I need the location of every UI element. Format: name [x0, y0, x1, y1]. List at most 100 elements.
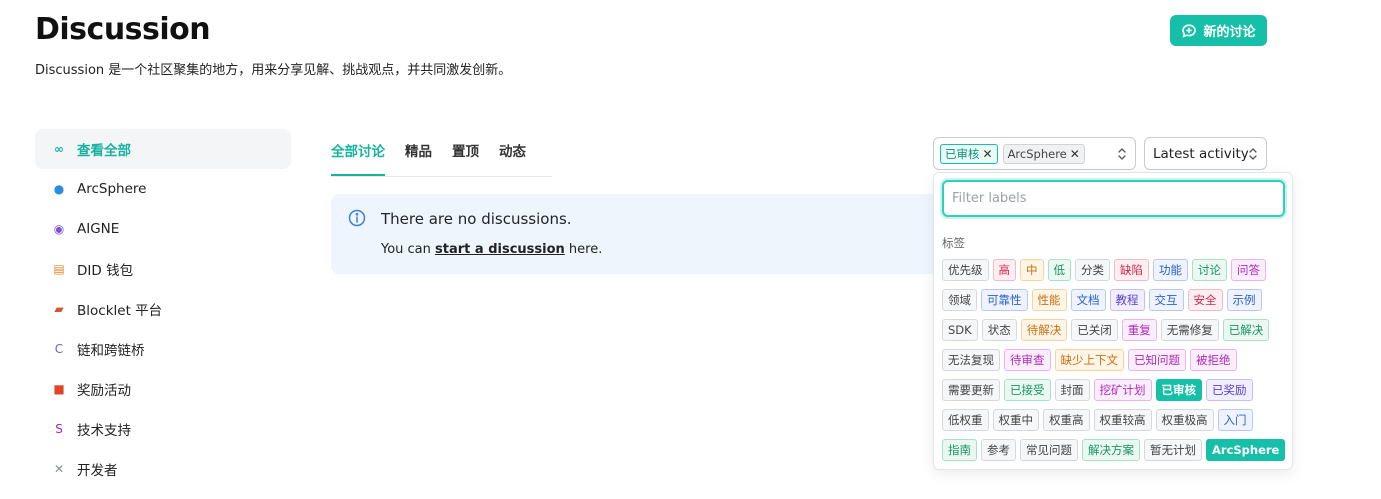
label-row: 低权重 权重中 权重高 权重较高 权重极高 入门 — [942, 409, 1292, 435]
label-option[interactable]: ArcSphere — [1206, 439, 1286, 461]
sort-value: Latest activity — [1153, 145, 1249, 162]
label-option[interactable]: 指南 — [942, 439, 977, 461]
sidebar-item[interactable]: ▤ DID 钱包 — [35, 249, 291, 289]
sidebar-item[interactable]: C 链和跨链桥 — [35, 329, 291, 369]
label-option[interactable]: 讨论 — [1192, 259, 1227, 281]
label-row: 无法复现 待审查 缺少上下文 已知问题 被拒绝 — [942, 349, 1292, 375]
chevron-up-down-icon — [1118, 148, 1126, 160]
sidebar-item[interactable]: ▰ Blocklet 平台 — [35, 289, 291, 329]
label-option[interactable]: 权重较高 — [1093, 409, 1152, 431]
label-option[interactable]: 低 — [1047, 259, 1071, 281]
label-option[interactable]: 无法复现 — [942, 349, 1000, 371]
label-option[interactable]: 优先级 — [942, 259, 989, 281]
sidebar-item-label: 奖励活动 — [77, 383, 131, 399]
truck-icon: ▰ — [54, 302, 64, 316]
label-option[interactable]: 中 — [1020, 259, 1044, 281]
sidebar-item[interactable]: ∞ 查看全部 — [35, 129, 291, 169]
label-option[interactable]: 解决方案 — [1082, 439, 1140, 461]
tab-bar: 全部讨论 精品 置顶 动态 — [331, 129, 552, 177]
page-title: Discussion — [35, 12, 211, 47]
label-option[interactable]: 缺少上下文 — [1054, 349, 1124, 371]
robot-icon: ◉ — [53, 222, 65, 236]
sidebar-item-label: 技术支持 — [77, 423, 131, 439]
letter-s-icon: S — [55, 422, 63, 436]
label-option[interactable]: 封面 — [1054, 379, 1090, 401]
label-row: 优先级高中低分类 缺陷 功能 讨论 问答 — [942, 259, 1292, 285]
label-option[interactable]: 安全 — [1187, 289, 1223, 311]
label-row: SDK 状态 待解决 已关闭 重复 无需修复 已解决 — [942, 319, 1292, 345]
label-option[interactable]: 已解决 — [1222, 319, 1270, 341]
label-option[interactable]: 被拒绝 — [1190, 349, 1237, 371]
selected-label-chip: 已审核 ✕ — [940, 143, 998, 164]
page-subtitle: Discussion 是一个社区聚集的地方，用来分享见解、挑战观点，并共同激发创… — [35, 63, 512, 78]
label-option[interactable]: 教程 — [1109, 289, 1145, 311]
label-option[interactable]: 常见问题 — [1020, 439, 1078, 461]
label-option[interactable]: 低权重 — [942, 409, 989, 431]
remove-chip-icon[interactable]: ✕ — [983, 147, 993, 161]
label-group-title: 标签 — [942, 236, 965, 250]
label-option[interactable]: 问答 — [1231, 259, 1266, 281]
label-option[interactable]: 缺陷 — [1114, 259, 1149, 281]
sort-select[interactable]: Latest activity — [1144, 137, 1267, 170]
label-option[interactable]: 状态 — [981, 319, 1017, 341]
tab[interactable]: 全部讨论 — [331, 129, 385, 176]
sidebar-item[interactable]: ✕ 开发者 — [35, 449, 291, 489]
label-option[interactable]: 交互 — [1148, 289, 1184, 311]
label-filter-select[interactable]: 已审核 ✕ ArcSphere ✕ — [933, 137, 1136, 170]
sidebar-item-label: DID 钱包 — [77, 263, 134, 279]
gift-icon: ■ — [53, 382, 65, 396]
empty-state-suffix: here. — [564, 242, 603, 257]
label-row: 需要更新 已接受 封面 挖矿计划 已审核 已奖励 — [942, 379, 1292, 405]
remove-chip-icon[interactable]: ✕ — [1070, 147, 1080, 161]
label-option[interactable]: 待审查 — [1004, 349, 1051, 371]
sidebar-item-label: AIGNE — [77, 221, 120, 237]
sidebar-item-label: 链和跨链桥 — [77, 343, 145, 359]
filter-labels-input[interactable] — [942, 180, 1285, 217]
sidebar-item[interactable]: ◉ AIGNE — [35, 209, 291, 249]
start-discussion-link[interactable]: start a discussion — [435, 242, 565, 257]
label-option[interactable]: 需要更新 — [942, 379, 1000, 401]
label-option[interactable]: 入门 — [1217, 409, 1253, 431]
selected-label-chip: ArcSphere ✕ — [1002, 143, 1085, 164]
sidebar-item-label: ArcSphere — [77, 181, 147, 197]
label-option[interactable]: 可靠性 — [981, 289, 1028, 311]
label-option[interactable]: 高 — [992, 259, 1016, 281]
empty-state-banner: There are no discussions. You can start … — [331, 194, 951, 274]
chevron-up-down-icon — [1249, 148, 1257, 160]
new-discussion-label: 新的讨论 — [1203, 25, 1256, 40]
label-option[interactable]: 挖矿计划 — [1093, 379, 1152, 401]
label-option[interactable]: 暂无计划 — [1144, 439, 1202, 461]
label-option[interactable]: 已审核 — [1155, 379, 1202, 401]
tab[interactable]: 精品 — [405, 129, 432, 176]
label-option[interactable]: 已接受 — [1004, 379, 1051, 401]
label-option[interactable]: 分类 — [1075, 259, 1110, 281]
label-option[interactable]: 领域 — [942, 289, 977, 311]
sidebar-item[interactable]: S 技术支持 — [35, 409, 291, 449]
label-option[interactable]: 待解决 — [1020, 319, 1068, 341]
label-option[interactable]: 文档 — [1070, 289, 1106, 311]
sidebar-item[interactable]: ● ArcSphere — [35, 169, 291, 209]
empty-state-message: You can start a discussion here. — [381, 242, 602, 257]
info-icon — [348, 209, 366, 227]
tab[interactable]: 动态 — [499, 129, 526, 176]
label-option[interactable]: 已知问题 — [1128, 349, 1186, 371]
letter-c-icon: C — [54, 342, 64, 356]
label-option[interactable]: SDK — [942, 319, 978, 341]
label-option[interactable]: 权重极高 — [1155, 409, 1214, 431]
label-option[interactable]: 功能 — [1153, 259, 1188, 281]
sidebar-item-label: 查看全部 — [77, 143, 131, 159]
label-option[interactable]: 权重高 — [1043, 409, 1090, 431]
label-option[interactable]: 重复 — [1121, 319, 1157, 341]
label-option[interactable]: 参考 — [981, 439, 1016, 461]
label-option[interactable]: 已奖励 — [1206, 379, 1253, 401]
sidebar-item[interactable]: ■ 奖励活动 — [35, 369, 291, 409]
label-option[interactable]: 已关闭 — [1071, 319, 1118, 341]
chip-label: 已审核 — [945, 146, 980, 161]
new-discussion-button[interactable]: 新的讨论 — [1170, 15, 1267, 46]
globe-icon: ● — [53, 182, 65, 196]
tab[interactable]: 置顶 — [452, 129, 479, 176]
label-option[interactable]: 示例 — [1226, 289, 1262, 311]
label-option[interactable]: 性能 — [1031, 289, 1067, 311]
label-option[interactable]: 权重中 — [992, 409, 1039, 431]
label-option[interactable]: 无需修复 — [1160, 319, 1219, 341]
